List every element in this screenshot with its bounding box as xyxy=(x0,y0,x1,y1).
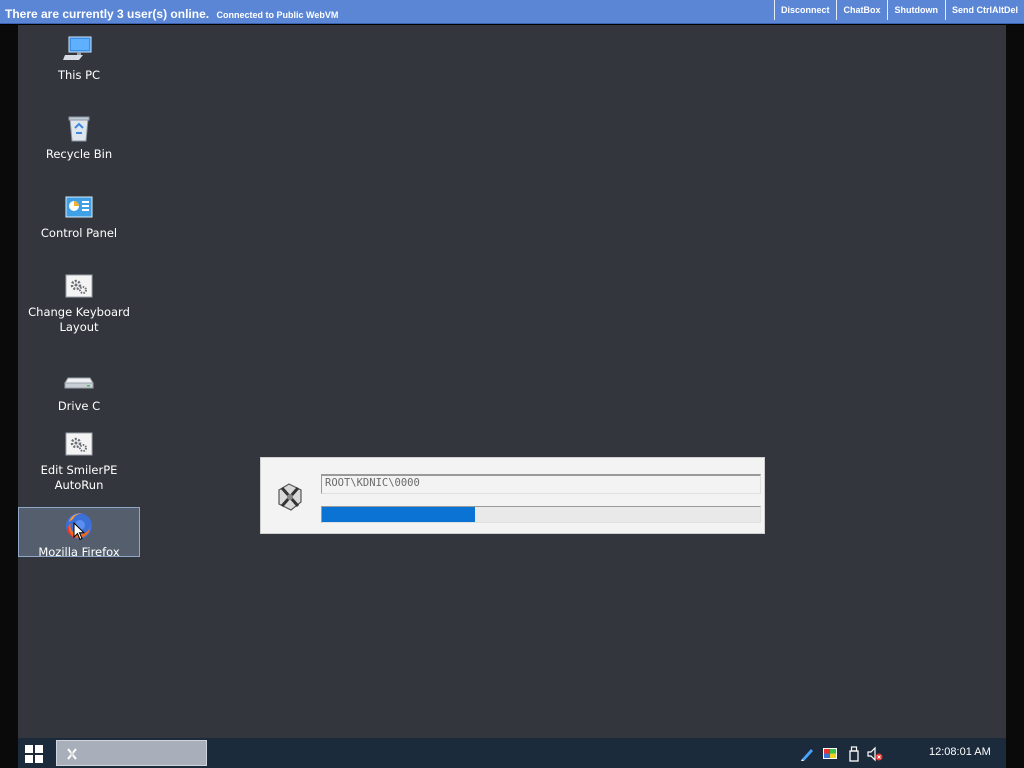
pen-icon[interactable] xyxy=(799,746,815,762)
desktop-icon-label: Drive C xyxy=(57,399,101,413)
desktop-icon-label: Control Panel xyxy=(40,226,118,240)
device-path-field: ROOT\KDNIC\0000 xyxy=(321,474,761,494)
desktop-icon-edit-smilerpe-autorun[interactable]: Edit SmilerPE AutoRun xyxy=(18,428,140,493)
desktop-icon-control-panel[interactable]: Control Panel xyxy=(18,191,140,241)
taskbar-button-device-setup[interactable] xyxy=(56,740,207,766)
windows-start-icon[interactable] xyxy=(25,745,43,763)
desktop-icon-drive-c[interactable]: Drive C xyxy=(18,364,140,414)
session-status: There are currently 3 user(s) online. Co… xyxy=(5,5,338,23)
desktop-icon-change-keyboard-layout[interactable]: Change Keyboard Layout xyxy=(18,270,140,335)
remote-session-bar: There are currently 3 user(s) online. Co… xyxy=(0,0,1024,24)
desktop-icon-this-pc[interactable]: This PC xyxy=(18,33,140,83)
connection-text: Connected to Public WebVM xyxy=(216,10,339,20)
speaker-muted-icon[interactable] xyxy=(867,746,883,762)
control-panel-icon xyxy=(65,196,93,218)
session-buttons: Disconnect ChatBox Shutdown Send CtrlAlt… xyxy=(773,0,1024,22)
recycle-bin-icon xyxy=(68,116,90,142)
usb-drive-icon[interactable] xyxy=(846,746,862,762)
taskbar-clock[interactable]: 12:08:01 AM xyxy=(929,746,991,758)
shutdown-button[interactable]: Shutdown xyxy=(887,0,944,20)
install-progress-bar xyxy=(321,506,761,523)
desktop-icon-label: Change Keyboard Layout xyxy=(28,305,130,334)
send-ctrlaltdel-button[interactable]: Send CtrlAltDel xyxy=(944,0,1024,20)
progress-fill xyxy=(322,507,476,522)
drive-icon xyxy=(64,377,94,389)
disconnect-button[interactable]: Disconnect xyxy=(773,0,836,20)
device-setup-icon xyxy=(67,748,77,760)
computer-icon xyxy=(63,36,92,60)
settings-gears-icon xyxy=(65,432,93,456)
desktop[interactable]: This PC Recycle Bin Control Panel Change… xyxy=(18,25,1006,738)
color-display-icon[interactable] xyxy=(822,746,838,762)
desktop-icon-recycle-bin[interactable]: Recycle Bin xyxy=(18,112,140,162)
desktop-icon-label: Mozilla Firefox xyxy=(38,545,120,559)
device-setup-icon xyxy=(278,483,302,511)
desktop-icon-label: Recycle Bin xyxy=(45,147,113,161)
device-install-dialog: ROOT\KDNIC\0000 xyxy=(260,457,765,534)
desktop-icon-label: Edit SmilerPE AutoRun xyxy=(40,463,118,492)
taskbar: 12:08:01 AM xyxy=(18,738,1006,768)
settings-gears-icon xyxy=(65,274,93,298)
screen-edge-left xyxy=(0,25,18,768)
users-online-text: There are currently 3 user(s) online. xyxy=(5,7,210,21)
desktop-icon-label: This PC xyxy=(57,68,101,82)
mouse-cursor-icon xyxy=(73,522,85,541)
screen-edge-right xyxy=(1006,25,1024,768)
chatbox-button[interactable]: ChatBox xyxy=(836,0,886,20)
